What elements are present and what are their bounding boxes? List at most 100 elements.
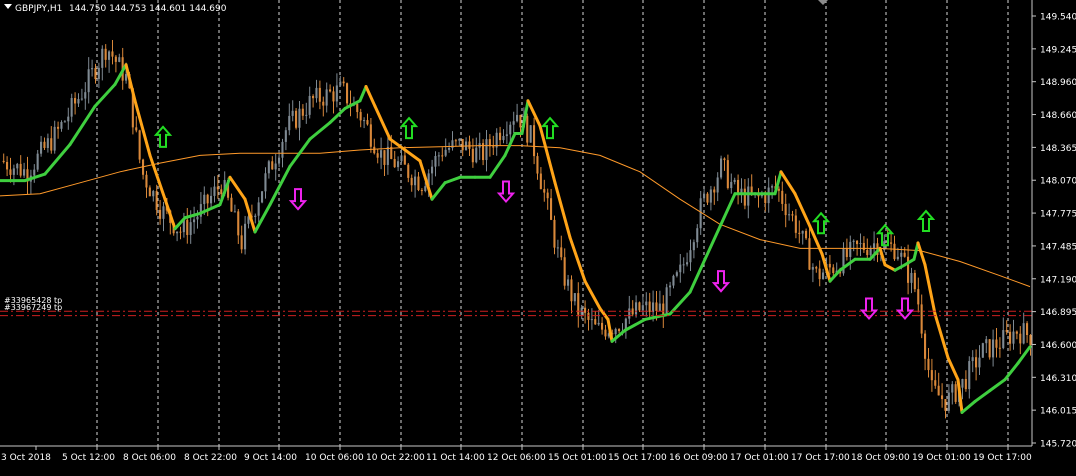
candle-body [723, 158, 726, 161]
candle-body [475, 147, 478, 163]
candle-body [84, 92, 87, 99]
candle-body [271, 161, 274, 170]
ohlc-values: 144.750 144.753 144.601 144.690 [69, 4, 227, 14]
candle-body [852, 240, 855, 242]
candle-body [281, 141, 284, 158]
candle-body [305, 114, 308, 116]
candle-body [254, 215, 257, 218]
candle-body [23, 169, 26, 176]
candle-body [512, 121, 515, 125]
candle-body [519, 114, 522, 128]
candle-body [383, 150, 386, 165]
candle-body [645, 301, 648, 306]
candle-body [46, 138, 49, 148]
candle-body [267, 161, 270, 174]
candle-body [108, 51, 111, 60]
candle-body [369, 124, 372, 147]
price-tick-label: 146.015 [1040, 407, 1076, 417]
candle-body [70, 98, 73, 117]
candle-body [53, 126, 56, 151]
candle-body [152, 191, 155, 197]
candle-body [570, 279, 573, 302]
candle-body [308, 95, 311, 115]
chart-canvas[interactable]: #33965428 tp#33967249 tp 149.540149.2451… [0, 0, 1076, 472]
candle-body [713, 189, 716, 193]
candle-body [301, 108, 304, 116]
candle-body [315, 87, 318, 99]
candle-body [397, 161, 400, 168]
candle-body [526, 115, 529, 143]
candle-body [1015, 331, 1018, 334]
candle-body [618, 329, 621, 332]
candle-body [40, 141, 43, 154]
candle-body [148, 187, 151, 197]
candle-body [67, 116, 70, 122]
price-tick-label: 147.775 [1040, 210, 1076, 220]
time-tick-label: 16 Oct 09:00 [669, 453, 728, 463]
candle-body [6, 161, 9, 170]
candle-body [145, 174, 148, 188]
candle-body [373, 146, 376, 154]
candle-body [434, 155, 437, 167]
candle-body [801, 230, 804, 234]
candle-body [910, 272, 913, 283]
candle-body [50, 138, 53, 151]
candle-body [669, 285, 672, 288]
candle-body [985, 339, 988, 344]
candle-body [703, 193, 706, 199]
candle-body [1022, 323, 1025, 344]
candle-body [1009, 331, 1012, 344]
candle-body [118, 57, 121, 62]
candle-body [947, 392, 950, 411]
candle-body [206, 194, 209, 204]
time-tick-label: 8 Oct 22:00 [184, 453, 237, 463]
candle-body [869, 248, 872, 256]
candle-body [692, 242, 695, 251]
candle-body [380, 150, 383, 158]
candle-body [893, 243, 896, 260]
candle-body [672, 275, 675, 286]
chart-background [0, 0, 1076, 472]
candle-body [193, 219, 196, 223]
candle-body [1029, 334, 1032, 345]
time-tick-label: 9 Oct 14:00 [244, 453, 297, 463]
candle-body [80, 98, 83, 100]
candle-body [492, 146, 495, 148]
candle-body [798, 232, 801, 234]
time-tick-label: 17 Oct 17:00 [791, 453, 850, 463]
candle-body [12, 168, 15, 175]
candle-body [1019, 333, 1022, 344]
time-tick-label: 17 Oct 01:00 [730, 453, 789, 463]
candle-body [135, 127, 138, 131]
candle-body [420, 190, 423, 192]
candle-body [179, 231, 182, 233]
candle-body [866, 250, 869, 256]
price-tick-label: 148.070 [1040, 177, 1076, 187]
candle-body [737, 179, 740, 194]
time-tick-label: 15 Oct 17:00 [608, 453, 667, 463]
candle-body [733, 179, 736, 182]
candle-body [104, 48, 107, 60]
candle-body [2, 160, 5, 162]
price-tick-label: 149.245 [1040, 45, 1076, 55]
candle-body [658, 303, 661, 311]
candle-body [937, 385, 940, 396]
candle-body [57, 126, 60, 129]
candle-body [675, 272, 678, 276]
candle-body [403, 155, 406, 165]
candle-body [686, 262, 689, 265]
candle-body [162, 206, 165, 219]
candle-body [325, 89, 328, 106]
candle-body [546, 192, 549, 199]
candle-body [560, 247, 563, 258]
candle-body [376, 153, 379, 158]
symbol-timeframe: GBPJPY,H1 [15, 4, 62, 14]
trading-chart[interactable]: #33965428 tp #33967249 tp 149.540 149.245 1… [0, 0, 1076, 472]
candle-body [342, 81, 345, 84]
candle-body [386, 146, 389, 165]
candle-body [968, 361, 971, 390]
candle-body [74, 98, 77, 104]
candle-body [454, 140, 457, 142]
candle-body [94, 68, 97, 79]
candle-body [975, 357, 978, 368]
